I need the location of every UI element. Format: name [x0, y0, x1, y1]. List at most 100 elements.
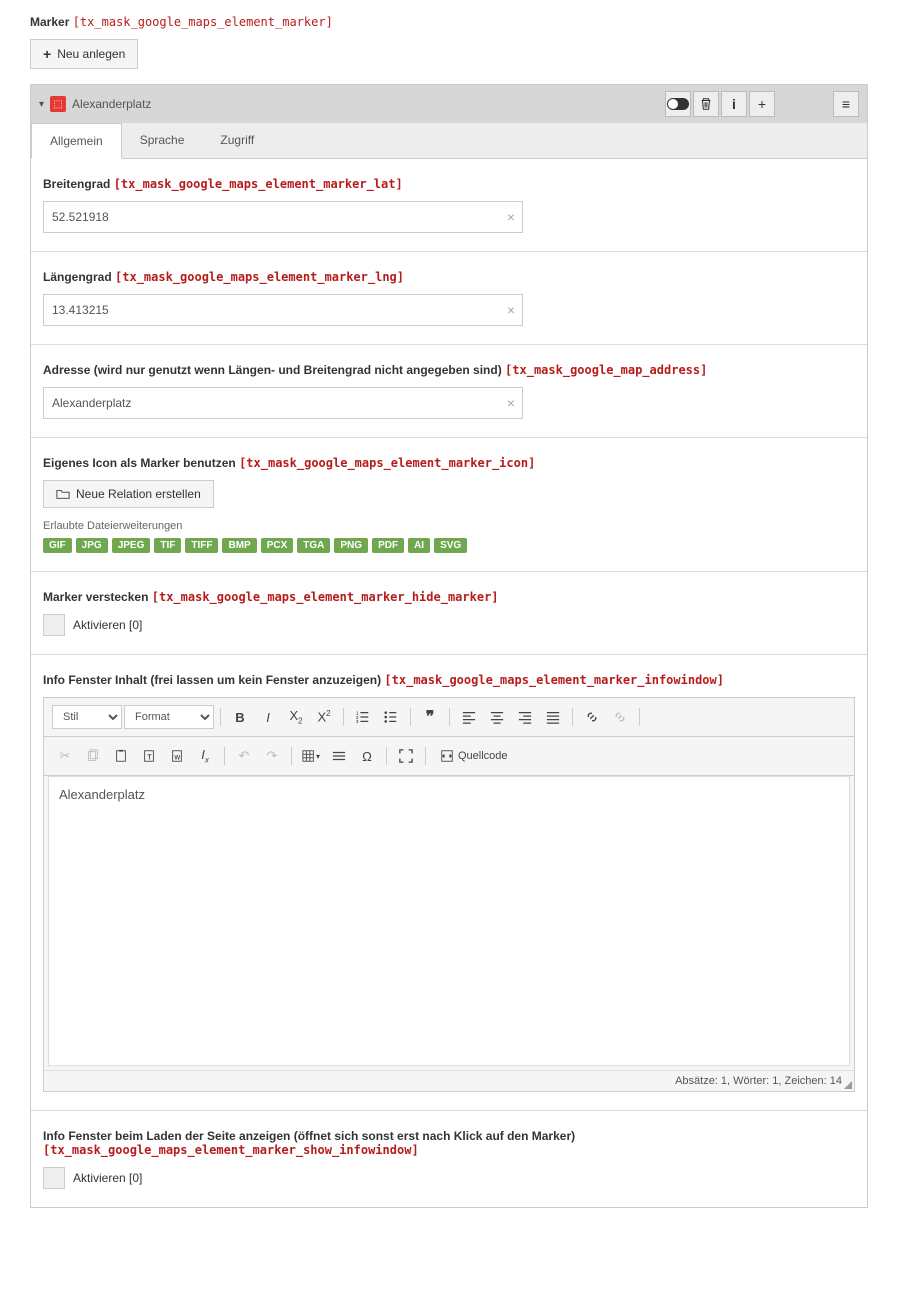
delete-button[interactable] — [693, 91, 719, 117]
rte-toolbar-row-2: ✂ T W Ix ↶ ↷ ▾ Ω Quellcode — [44, 737, 854, 776]
ext-badge-tga: TGA — [297, 538, 330, 553]
bold-icon: B — [235, 710, 244, 725]
ext-badge-gif: GIF — [43, 538, 72, 553]
record-type-icon: ⬚ — [50, 96, 66, 112]
rte-content-area[interactable]: Alexanderplatz — [48, 776, 850, 1066]
rte-undo-button[interactable]: ↶ — [231, 743, 257, 769]
address-input[interactable] — [43, 387, 523, 419]
drag-handle[interactable]: ≡ — [833, 91, 859, 117]
clear-lng-button[interactable]: × — [507, 302, 515, 318]
trash-icon — [699, 97, 713, 111]
extension-badges: GIFJPGJPEGTIFTIFFBMPPCXTGAPNGPDFAISVG — [43, 538, 855, 553]
tab-access[interactable]: Zugriff — [202, 123, 272, 158]
showinfo-checkbox[interactable] — [43, 1167, 65, 1189]
ext-badge-pcx: PCX — [261, 538, 294, 553]
superscript-icon: X2 — [317, 709, 330, 724]
plus-icon: + — [758, 96, 766, 112]
lng-input[interactable] — [43, 294, 523, 326]
section-title: Marker — [30, 15, 69, 29]
cut-icon: ✂ — [60, 748, 71, 764]
align-left-icon — [462, 710, 476, 724]
rte-editor: Stil Format B I X2 X2 123 ❞ — [43, 697, 855, 1092]
rte-ol-button[interactable]: 123 — [350, 704, 376, 730]
ext-badge-tiff: TIFF — [185, 538, 218, 553]
rte-paste-word-button[interactable]: W — [164, 743, 190, 769]
ext-badge-bmp: BMP — [222, 538, 256, 553]
rte-redo-button[interactable]: ↷ — [259, 743, 285, 769]
address-label: Adresse (wird nur genutzt wenn Längen- u… — [43, 363, 855, 377]
rte-link-button[interactable] — [579, 704, 605, 730]
rte-maximize-button[interactable] — [393, 743, 419, 769]
rte-align-left-button[interactable] — [456, 704, 482, 730]
rte-format-select[interactable]: Format — [124, 705, 214, 729]
ext-badge-tif: TIF — [154, 538, 181, 553]
align-justify-icon — [546, 710, 560, 724]
chevron-down-icon[interactable]: ▾ — [39, 99, 44, 110]
rte-toolbar-row-1: Stil Format B I X2 X2 123 ❞ — [44, 698, 854, 737]
spacer-1 — [777, 91, 803, 117]
infowindow-label: Info Fenster Inhalt (frei lassen um kein… — [43, 673, 855, 687]
icon-field-label: Eigenes Icon als Marker benutzen [tx_mas… — [43, 456, 855, 470]
rte-quote-button[interactable]: ❞ — [417, 704, 443, 730]
unlink-icon — [613, 710, 627, 724]
ordered-list-icon: 123 — [356, 710, 370, 724]
maximize-icon — [399, 749, 413, 763]
rte-specialchar-button[interactable]: Ω — [354, 743, 380, 769]
clear-address-button[interactable]: × — [507, 395, 515, 411]
rte-hr-button[interactable] — [326, 743, 352, 769]
info-button[interactable]: i — [721, 91, 747, 117]
tab-language[interactable]: Sprache — [122, 123, 203, 158]
resize-handle[interactable] — [844, 1081, 852, 1089]
hide-checkbox[interactable] — [43, 614, 65, 636]
rte-superscript-button[interactable]: X2 — [311, 704, 337, 730]
lat-input[interactable] — [43, 201, 523, 233]
toggle-icon — [667, 98, 689, 110]
rte-align-center-button[interactable] — [484, 704, 510, 730]
new-relation-button[interactable]: Neue Relation erstellen — [43, 480, 214, 508]
align-center-icon — [490, 710, 504, 724]
add-button[interactable]: + — [749, 91, 775, 117]
table-icon — [302, 749, 316, 763]
ext-badge-ai: AI — [408, 538, 430, 553]
ext-badge-svg: SVG — [434, 538, 467, 553]
rte-align-right-button[interactable] — [512, 704, 538, 730]
rte-source-button[interactable]: Quellcode — [432, 745, 516, 767]
rte-paste-text-button[interactable]: T — [136, 743, 162, 769]
showinfo-label: Info Fenster beim Laden der Seite anzeig… — [43, 1129, 855, 1157]
menu-icon: ≡ — [842, 96, 850, 112]
new-record-button[interactable]: + Neu anlegen — [30, 39, 138, 69]
visibility-toggle-button[interactable] — [665, 91, 691, 117]
showinfo-checkbox-label: Aktivieren [0] — [73, 1171, 142, 1185]
unordered-list-icon — [384, 710, 398, 724]
lng-label: Längengrad [tx_mask_google_maps_element_… — [43, 270, 855, 284]
omega-icon: Ω — [362, 749, 372, 764]
rte-bold-button[interactable]: B — [227, 704, 253, 730]
rte-unlink-button[interactable] — [607, 704, 633, 730]
info-icon: i — [732, 96, 736, 112]
ext-badge-png: PNG — [334, 538, 368, 553]
align-right-icon — [518, 710, 532, 724]
remove-format-icon: Ix — [201, 747, 209, 765]
rte-ul-button[interactable] — [378, 704, 404, 730]
rte-paste-button[interactable] — [108, 743, 134, 769]
rte-table-button[interactable]: ▾ — [298, 743, 324, 769]
hide-label: Marker verstecken [tx_mask_google_maps_e… — [43, 590, 855, 604]
rte-copy-button[interactable] — [80, 743, 106, 769]
tab-general[interactable]: Allgemein — [31, 123, 122, 159]
clear-lat-button[interactable]: × — [507, 209, 515, 225]
tabs: Allgemein Sprache Zugriff — [31, 123, 867, 159]
rte-cut-button[interactable]: ✂ — [52, 743, 78, 769]
svg-text:T: T — [147, 755, 152, 762]
rte-remove-format-button[interactable]: Ix — [192, 743, 218, 769]
paste-text-icon: T — [142, 749, 156, 763]
rte-align-justify-button[interactable] — [540, 704, 566, 730]
marker-panel: ▾ ⬚ Alexanderplatz i + ≡ Allgemein Sprac… — [30, 84, 868, 1208]
spacer-2 — [805, 91, 831, 117]
rte-subscript-button[interactable]: X2 — [283, 704, 309, 730]
plus-icon: + — [43, 46, 51, 62]
rte-italic-button[interactable]: I — [255, 704, 281, 730]
paste-word-icon: W — [170, 749, 184, 763]
panel-header[interactable]: ▾ ⬚ Alexanderplatz i + ≡ — [31, 85, 867, 123]
new-record-label: Neu anlegen — [57, 47, 125, 61]
rte-style-select[interactable]: Stil — [52, 705, 122, 729]
